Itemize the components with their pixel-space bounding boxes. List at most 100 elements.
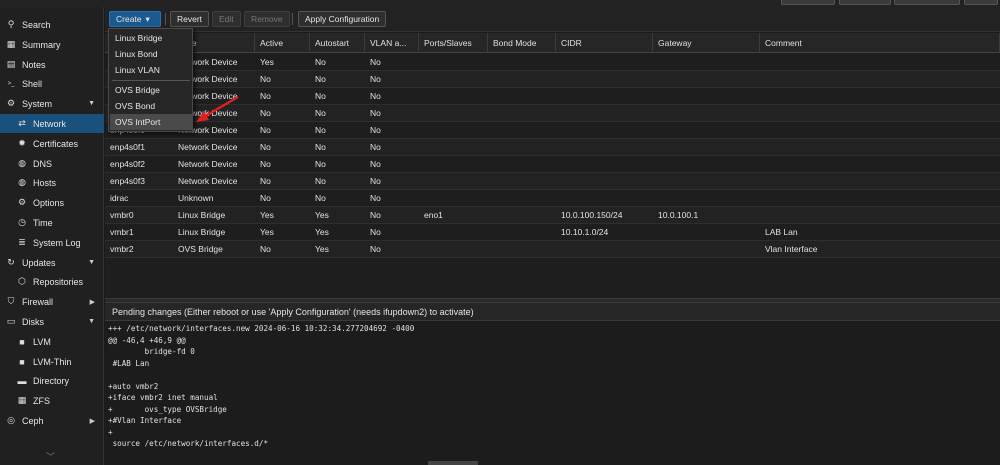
- cell-bond-mode: [488, 105, 556, 122]
- sidebar-item-certificates[interactable]: ✹ Certificates: [0, 134, 104, 153]
- cell-cidr: 10.10.1.0/24: [561, 227, 609, 237]
- sidebar-item-firewall[interactable]: ⛉ Firewall ▶: [0, 292, 104, 311]
- cell-comment: [760, 207, 1000, 224]
- sidebar-item-shell[interactable]: >_ Shell: [0, 74, 104, 93]
- column-header-ports-slaves[interactable]: Ports/Slaves: [419, 33, 488, 53]
- expand-right-icon[interactable]: ▶: [90, 417, 95, 425]
- cell-gateway: 10.0.100.1: [658, 210, 699, 220]
- menu-item-ovs-intport[interactable]: OVS IntPort: [110, 114, 192, 130]
- scroll-down-icon[interactable]: ﹀: [46, 450, 55, 463]
- expand-down-icon[interactable]: ▼: [88, 100, 95, 107]
- expand-down-icon[interactable]: ▼: [88, 318, 95, 325]
- summary-icon: ▦: [6, 39, 16, 49]
- sidebar-item-label: Certificates: [33, 138, 79, 149]
- menu-item-linux-bond[interactable]: Linux Bond: [110, 46, 192, 62]
- cell-cidr: 10.0.100.150/24: [561, 210, 623, 220]
- column-header-vlan-a[interactable]: VLAN a...: [365, 33, 419, 53]
- table-row[interactable]: idrac Unknown No No No: [105, 190, 1000, 207]
- table-row[interactable]: eno3Network DeviceNoNoNo: [105, 88, 1000, 105]
- menu-item-ovs-bond[interactable]: OVS Bond: [110, 98, 192, 114]
- cell-comment: [760, 71, 1000, 88]
- column-header-comment[interactable]: Comment: [760, 33, 1000, 53]
- menu-item-ovs-bridge[interactable]: OVS Bridge: [110, 82, 192, 98]
- table-row[interactable]: enp4s0f0Network DeviceNoNoNo: [105, 122, 1000, 139]
- cell-name: enp4s0f1: [110, 142, 145, 152]
- sidebar-item-repositories[interactable]: ⬡ Repositories: [0, 272, 104, 291]
- table-row[interactable]: vmbr1 Linux Bridge Yes Yes No 10.10.1.0/24 LAB…: [105, 224, 1000, 241]
- cell-bond-mode: [488, 156, 556, 173]
- sidebar-item-lvm-thin[interactable]: ■ LVM-Thin: [0, 352, 104, 371]
- bottom-resize-handle[interactable]: [428, 461, 478, 465]
- gear-icon: ⚙: [17, 197, 27, 207]
- pending-changes-diff: +++ /etc/network/interfaces.new 2024-06-…: [105, 321, 1000, 465]
- sidebar-item-directory[interactable]: ▬ Directory: [0, 371, 104, 390]
- cell-gateway: [653, 241, 760, 258]
- table-row[interactable]: vmbr0 Linux Bridge Yes Yes No eno1 10.0.100.15…: [105, 207, 1000, 224]
- sidebar-item-label: Time: [33, 217, 53, 228]
- cell-gateway: [653, 139, 760, 156]
- sidebar-item-notes[interactable]: ▤ Notes: [0, 55, 104, 74]
- top-toolbar-button[interactable]: [894, 0, 960, 5]
- sidebar-item-time[interactable]: ◷ Time: [0, 213, 104, 232]
- cell-name: vmbr1: [110, 227, 134, 237]
- edit-button[interactable]: Edit: [212, 11, 241, 27]
- grid-header: NameTypeActiveAutostartVLAN a...Ports/Sl…: [105, 33, 1000, 53]
- table-row[interactable]: vmbr2 OVS Bridge No Yes No Vlan Interface: [105, 241, 1000, 258]
- ceph-icon: ◎: [7, 415, 15, 425]
- sidebar-item-zfs[interactable]: ▦ ZFS: [0, 391, 104, 410]
- cell-active: No: [260, 142, 271, 152]
- column-header-cidr[interactable]: CIDR: [556, 33, 653, 53]
- column-header-autostart[interactable]: Autostart: [310, 33, 365, 53]
- cell-active: No: [260, 108, 271, 118]
- sidebar-item-hosts[interactable]: ◍ Hosts: [0, 173, 104, 192]
- toolbar-separator: [165, 13, 166, 25]
- create-button[interactable]: Create ▾: [109, 11, 161, 27]
- top-toolbar-button[interactable]: [964, 0, 998, 5]
- cell-ports-slaves: [419, 224, 488, 241]
- cell-active: Yes: [260, 210, 274, 220]
- expand-down-icon[interactable]: ▼: [88, 259, 95, 266]
- cell-ports-slaves: [419, 88, 488, 105]
- cell-gateway: [653, 105, 760, 122]
- column-header-bond-mode[interactable]: Bond Mode: [488, 33, 556, 53]
- table-row[interactable]: enp4s0f2 Network Device No No No: [105, 156, 1000, 173]
- sidebar-item-search[interactable]: ⚲ Search: [0, 15, 104, 34]
- hosts-globe-icon: ◍: [18, 177, 26, 187]
- table-row[interactable]: eno4Network DeviceNoNoNo: [105, 105, 1000, 122]
- sidebar-item-lvm[interactable]: ■ LVM: [0, 332, 104, 351]
- expand-right-icon[interactable]: ▶: [90, 298, 95, 306]
- cell-autostart: No: [315, 91, 326, 101]
- sidebar-item-label: Shell: [22, 78, 43, 89]
- sidebar-item-dns[interactable]: ◍ DNS: [0, 154, 104, 173]
- remove-button[interactable]: Remove: [244, 11, 290, 27]
- table-row[interactable]: enp4s0f1 Network Device No No No: [105, 139, 1000, 156]
- sidebar-item-options[interactable]: ⚙ Options: [0, 193, 104, 212]
- cell-cidr: [556, 156, 653, 173]
- table-row[interactable]: eno1Network DeviceYesNoNo: [105, 54, 1000, 71]
- sidebar-item-system-log[interactable]: ≣ System Log: [0, 233, 104, 252]
- table-row[interactable]: eno2Network DeviceNoNoNo: [105, 71, 1000, 88]
- cell-autostart: No: [315, 142, 326, 152]
- top-toolbar-button[interactable]: [781, 0, 835, 5]
- revert-button[interactable]: Revert: [170, 11, 210, 27]
- sidebar-item-system[interactable]: ⚙ System ▼: [0, 94, 104, 113]
- cell-bond-mode: [488, 71, 556, 88]
- menu-item-linux-vlan[interactable]: Linux VLAN: [110, 62, 192, 78]
- menu-item-linux-bridge[interactable]: Linux Bridge: [110, 30, 192, 46]
- apply-configuration-button[interactable]: Apply Configuration: [298, 11, 387, 27]
- repository-icon: ⬡: [18, 276, 26, 286]
- sidebar-item-updates[interactable]: ↻ Updates ▼: [0, 253, 104, 272]
- sidebar-item-network[interactable]: ⇄ Network: [0, 114, 104, 133]
- cell-vlan-a: No: [370, 244, 381, 254]
- sidebar-item-summary[interactable]: ▦ Summary: [0, 35, 104, 54]
- sidebar-item-disks[interactable]: ▭ Disks ▼: [0, 312, 104, 331]
- column-header-gateway[interactable]: Gateway: [653, 33, 760, 53]
- cell-autostart: No: [315, 125, 326, 135]
- table-row[interactable]: enp4s0f3 Network Device No No No: [105, 173, 1000, 190]
- column-header-active[interactable]: Active: [255, 33, 310, 53]
- cell-type: Linux Bridge: [178, 210, 226, 220]
- cell-autostart: Yes: [315, 227, 329, 237]
- top-toolbar-button[interactable]: [839, 0, 891, 5]
- diff-line: + ovs_type OVSBridge: [108, 404, 227, 414]
- sidebar-item-ceph[interactable]: ◎ Ceph ▶: [0, 411, 104, 430]
